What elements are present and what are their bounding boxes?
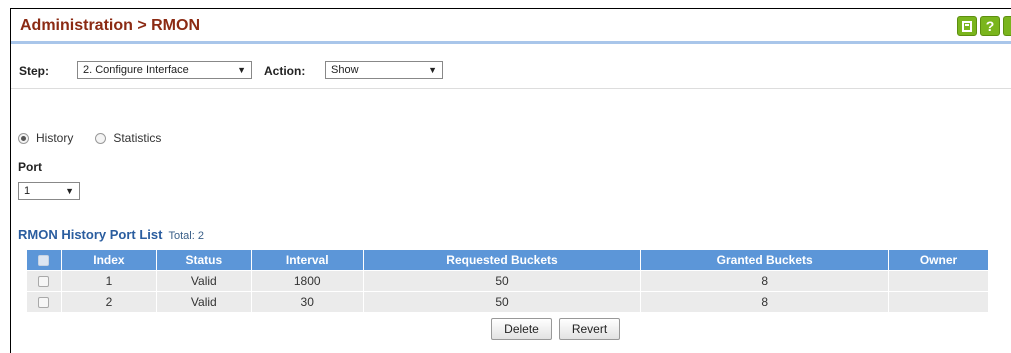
table-row: 2 Valid 30 50 8 [26, 291, 989, 313]
step-bar: Step: 2. Configure Interface ▼ Action: S… [11, 54, 1011, 89]
header-toolbar: ? [957, 16, 1011, 36]
cell-index: 1 [60, 270, 157, 292]
cell-status: Valid [155, 291, 252, 313]
cell-index: 2 [60, 291, 157, 313]
action-label: Action: [264, 64, 306, 78]
next-icon[interactable] [1003, 16, 1011, 36]
section-title: RMON History Port List Total: 2 [18, 227, 204, 242]
column-header[interactable]: Owner [888, 249, 989, 271]
cell-status: Valid [155, 270, 252, 292]
action-select[interactable]: Show ▼ [325, 61, 443, 79]
help-icon[interactable]: ? [980, 16, 1000, 36]
port-select-value: 1 [24, 185, 31, 197]
cell-owner [888, 291, 989, 313]
select-all-checkbox[interactable] [38, 255, 50, 267]
table-header-row: Index Status Interval Requested Buckets … [26, 249, 989, 271]
page-title: Administration > RMON [20, 17, 201, 34]
chevron-down-icon: ▼ [237, 65, 246, 75]
chevron-down-icon: ▼ [428, 65, 437, 75]
port-label: Port [18, 160, 42, 174]
save-icon[interactable] [957, 16, 977, 36]
cell-granted-buckets: 8 [640, 270, 890, 292]
column-header[interactable]: Granted Buckets [640, 249, 890, 271]
view-options: History Statistics [18, 131, 161, 145]
radio-history[interactable] [18, 132, 29, 144]
column-header[interactable]: Status [155, 249, 252, 271]
column-header[interactable]: Requested Buckets [362, 249, 642, 271]
radio-statistics[interactable] [95, 132, 107, 144]
step-select-value: 2. Configure Interface [83, 64, 189, 76]
column-header[interactable]: Index [60, 249, 157, 271]
cell-interval: 1800 [250, 270, 364, 292]
rmon-history-table: Index Status Interval Requested Buckets … [26, 249, 989, 313]
step-select[interactable]: 2. Configure Interface ▼ [77, 61, 252, 79]
row-select-cell [26, 270, 62, 292]
page-header: Administration > RMON ? [11, 9, 1011, 44]
cell-requested-buckets: 50 [362, 291, 642, 313]
action-select-value: Show [331, 64, 359, 76]
cell-requested-buckets: 50 [362, 270, 642, 292]
radio-history-label: History [36, 131, 74, 145]
list-total: Total: 2 [168, 230, 204, 242]
chevron-down-icon: ▼ [65, 186, 74, 196]
row-checkbox[interactable] [38, 276, 50, 288]
select-all-header [26, 249, 62, 271]
row-checkbox[interactable] [38, 297, 50, 309]
port-select[interactable]: 1 ▼ [18, 182, 80, 200]
delete-button[interactable]: Delete [491, 318, 552, 340]
list-title: RMON History Port List [18, 227, 163, 242]
cell-owner [888, 270, 989, 292]
cell-interval: 30 [250, 291, 364, 313]
revert-button[interactable]: Revert [559, 318, 620, 340]
column-header[interactable]: Interval [250, 249, 364, 271]
radio-statistics-label: Statistics [113, 131, 162, 145]
row-select-cell [26, 291, 62, 313]
table-row: 1 Valid 1800 50 8 [26, 270, 989, 292]
step-label: Step: [19, 64, 49, 78]
cell-granted-buckets: 8 [640, 291, 890, 313]
